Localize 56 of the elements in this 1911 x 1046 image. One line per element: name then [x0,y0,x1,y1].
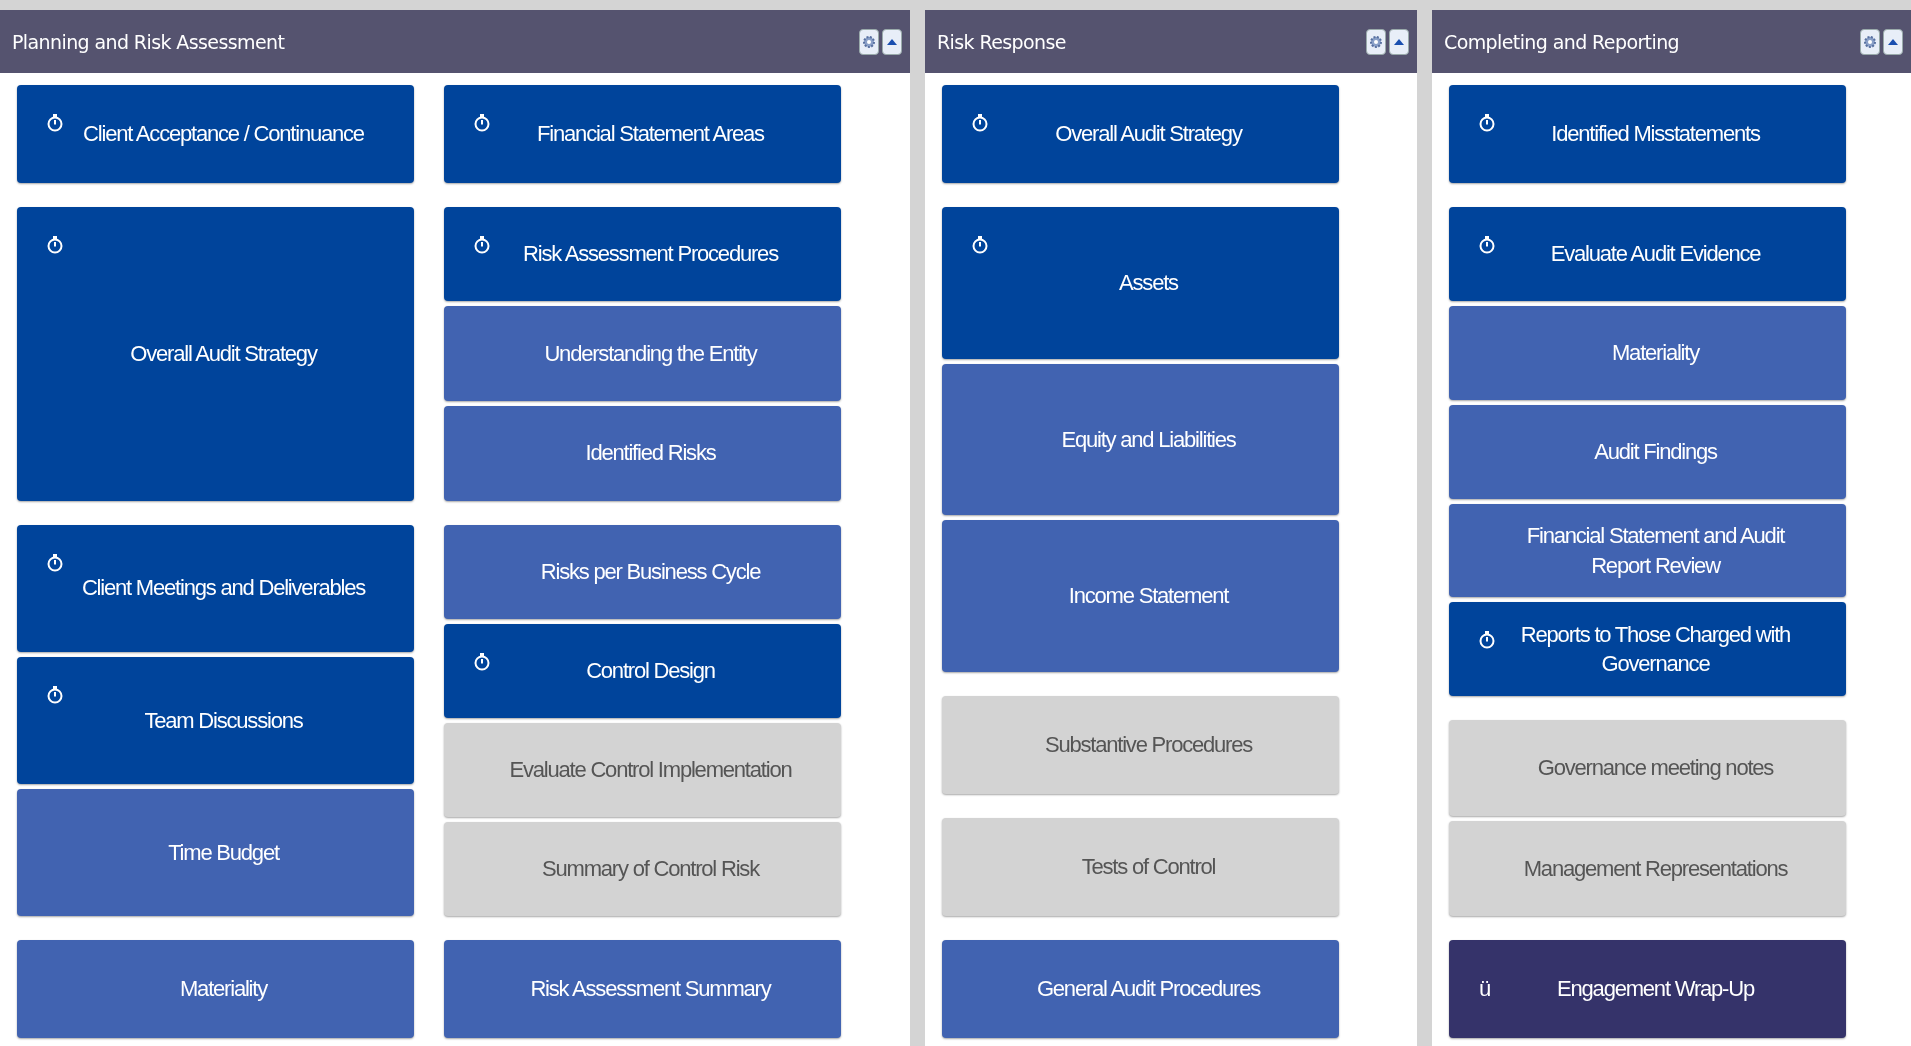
task-tile[interactable]: Risks per Business Cycle [444,524,841,619]
task-tile[interactable]: Materiality [1449,305,1846,400]
panel-title: Risk Response [937,30,1066,53]
task-tile[interactable]: General Audit Procedures [942,940,1339,1038]
gear-icon [1862,33,1878,50]
stopwatch-icon [47,234,63,255]
collapse-button[interactable] [1883,28,1903,55]
panel-title: Completing and Reporting [1444,30,1680,53]
stopwatch-icon [474,234,490,255]
task-tile[interactable]: Identified Misstatements [1449,85,1846,183]
task-tile[interactable]: Management Representations [1449,820,1846,917]
task-tile[interactable]: Substantive Procedures [942,696,1339,795]
collapse-button[interactable] [1389,28,1409,55]
stopwatch-icon [47,684,63,705]
task-tile[interactable]: ü Engagement Wrap-Up [1449,940,1846,1038]
task-tile[interactable]: Overall Audit Strategy [942,85,1339,183]
task-tile[interactable]: Identified Risks [444,406,841,501]
task-tile[interactable]: Evaluate Audit Evidence [1449,206,1846,301]
stopwatch-icon [1479,630,1495,651]
task-tile[interactable]: Assets [942,206,1339,359]
task-tile[interactable]: Governance meeting notes [1449,720,1846,816]
status-mark: ü [1479,975,1491,1004]
task-tile[interactable]: Client Acceptance / Continuance [17,85,414,183]
task-tile[interactable]: Understanding the Entity [444,306,841,401]
stopwatch-icon [1479,234,1495,255]
stopwatch-icon [474,113,490,133]
task-tile[interactable]: Income Statement [942,520,1339,673]
panel-title: Planning and Risk Assessment [12,30,285,53]
gear-icon [861,33,877,50]
task-tile[interactable]: Financial Statement Areas [444,85,841,183]
stopwatch-icon [474,651,490,672]
task-tile[interactable]: Equity and Liabilities [942,363,1339,516]
stopwatch-icon [972,234,988,255]
stopwatch-icon [972,113,988,133]
stopwatch-icon [47,113,63,133]
collapse-button[interactable] [882,28,902,55]
task-tile[interactable]: Client Meetings and Deliverables [17,524,414,652]
stopwatch-icon [1479,113,1495,133]
settings-button[interactable] [1366,28,1386,55]
task-tile[interactable]: Summary of Control Risk [444,822,841,917]
task-tile[interactable]: Overall Audit Strategy [17,206,414,501]
task-tile[interactable]: Audit Findings [1449,404,1846,499]
gear-icon [1368,33,1384,50]
task-tile[interactable]: Control Design [444,623,841,718]
stopwatch-icon [47,552,63,573]
settings-button[interactable] [859,28,879,55]
task-tile[interactable]: Risk Assessment Summary [444,940,841,1038]
settings-button[interactable] [1860,28,1880,55]
task-tile[interactable]: Evaluate Control Implementation [444,722,841,817]
task-tile[interactable]: Team Discussions [17,656,414,784]
task-tile[interactable]: Risk Assessment Procedures [444,206,841,302]
task-tile[interactable]: Materiality [17,940,414,1038]
task-tile[interactable]: Tests of Control [942,818,1339,917]
task-tile[interactable]: Reports to Those Charged with Governance [1449,602,1846,697]
task-tile[interactable]: Time Budget [17,788,414,917]
task-tile[interactable]: Financial Statement and Audit Report Review [1449,503,1846,598]
